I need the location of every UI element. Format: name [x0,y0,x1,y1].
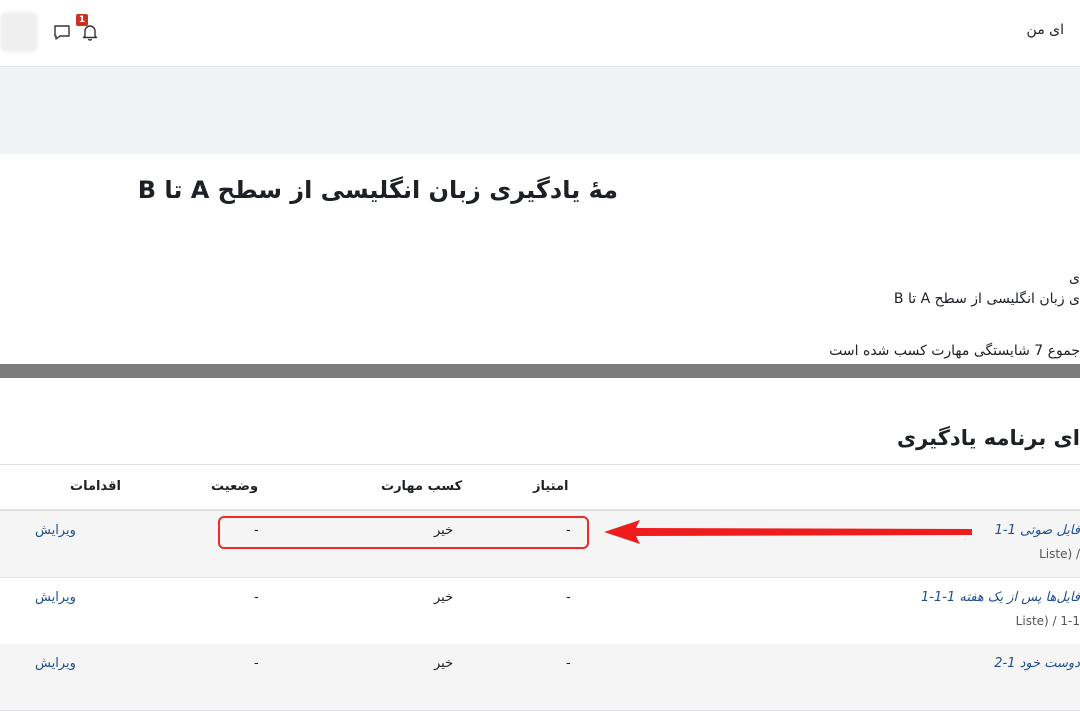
section-title: ای برنامه یادگیری [896,426,1080,450]
status-value: - [254,656,259,671]
skill-value: خیر [434,590,454,605]
table-top-border [0,464,1080,465]
header-score: امتیاز [533,479,569,494]
plan-owner-text: ی [1069,270,1080,286]
edit-link[interactable]: ویرایش [35,590,76,605]
header-skill-acquired: کسب مهارت [381,479,463,494]
competency-path: 1-1 / (Liste [1015,614,1080,628]
edit-link[interactable]: ویرایش [35,523,76,538]
table-row: فایل‌ها پس از یک هفته 1-1-1 1-1 / (Liste… [0,578,1080,645]
nav-my-courses[interactable]: ای من [1027,22,1064,38]
edit-link[interactable]: ویرایش [35,656,76,671]
competency-name-link[interactable]: فایل‌ها پس از یک هفته 1-1-1 [921,590,1080,605]
messages-icon[interactable] [52,22,72,42]
page-header-band [0,67,1080,154]
progress-divider-bar [0,364,1080,378]
score-value: - [566,590,571,605]
header-status: وضعیت [211,479,259,494]
annotation-highlight-box [218,516,589,549]
notification-badge: 1 [76,14,88,26]
status-value: - [254,590,259,605]
competency-name-link[interactable]: دوست خود 1-2 [994,656,1080,671]
annotation-arrow-icon [604,520,972,544]
competency-summary: جموع 7 شایستگی مهارت کسب شده است [829,343,1080,359]
user-avatar[interactable] [0,12,38,52]
skill-value: خیر [434,656,454,671]
competency-name-link[interactable]: فایل صوتی 1-1 [995,523,1080,538]
competency-path: / (Liste [1039,547,1080,561]
page-title: مهٔ یادگیری زبان انگلیسی از سطح A تا B [137,176,618,204]
plan-name-text: ی زبان انگلیسی از سطح A تا B [893,291,1080,307]
top-navbar: 1 ای من [0,0,1080,67]
score-value: - [566,656,571,671]
header-actions: اقدامات [70,479,121,494]
table-row: دوست خود 1-2 - خیر - ویرایش [0,644,1080,711]
